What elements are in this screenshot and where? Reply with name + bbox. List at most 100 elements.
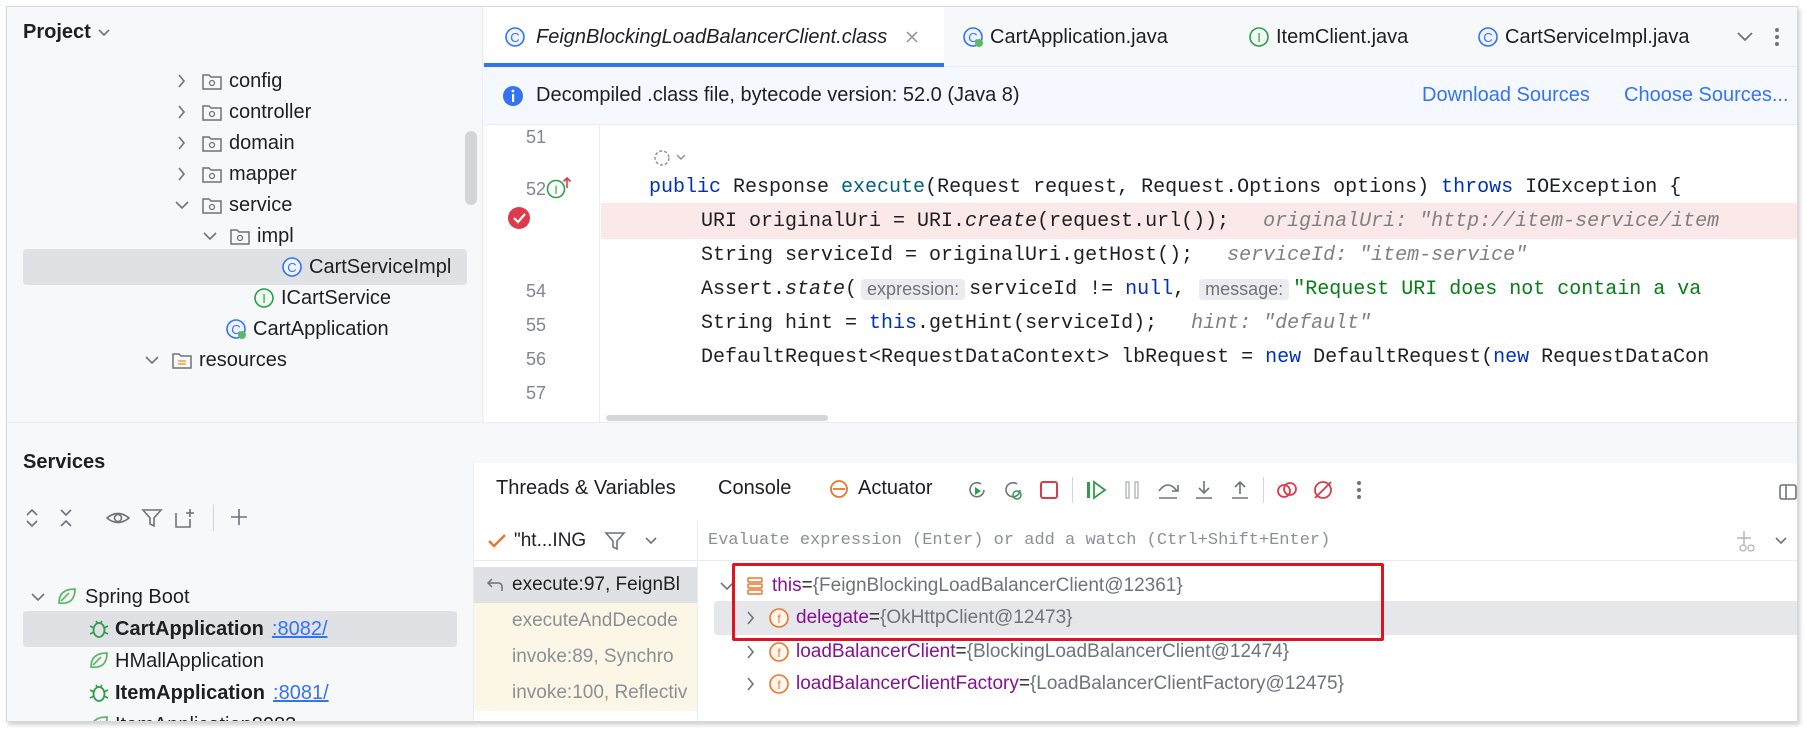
spring-class-icon: C	[226, 319, 246, 339]
chevron-down-icon	[31, 593, 45, 602]
svg-text:I: I	[554, 183, 557, 197]
svg-text:C: C	[1483, 30, 1492, 45]
expand-all-icon[interactable]	[19, 505, 45, 531]
project-panel: Project config controller domain mapper …	[7, 7, 483, 422]
resources-folder-icon	[172, 353, 192, 369]
more-options-icon[interactable]	[1346, 477, 1372, 503]
spring-boot-icon	[93, 716, 108, 721]
view-breakpoints-icon[interactable]	[1274, 477, 1300, 503]
resume-icon[interactable]	[1083, 477, 1109, 503]
download-sources-link[interactable]: Download Sources	[1422, 84, 1590, 107]
code-line-57: DefaultRequest<RequestDataContext> lbReq…	[701, 345, 1710, 369]
ide-window: Project config controller domain mapper …	[6, 6, 1798, 722]
code-editor[interactable]: 51 52 I 54 55 56 57 public Response exec…	[484, 125, 1797, 422]
debugger-panel: Threads & Variables Console Actuator "ht…	[473, 463, 1798, 721]
chevron-down-icon	[145, 356, 159, 365]
tree-item-cartserviceimpl[interactable]: C CartServiceImpl	[23, 249, 467, 285]
info-icon	[503, 85, 523, 106]
service-item-cartapplication[interactable]: CartApplication :8082/	[23, 611, 457, 647]
package-folder-icon	[202, 74, 222, 90]
chevron-down-icon	[203, 232, 217, 241]
filter-icon[interactable]	[604, 531, 626, 551]
frames-list: "ht...ING execute:97, FeignBl executeAnd…	[474, 521, 698, 721]
service-group-spring-boot[interactable]: Spring Boot	[29, 579, 190, 615]
svg-text:I: I	[1257, 30, 1261, 45]
thread-selector[interactable]: "ht...ING	[474, 521, 697, 561]
tab-cartserviceimpl[interactable]: C CartServiceImpl.java	[1477, 7, 1690, 67]
mute-breakpoints-icon[interactable]	[1310, 477, 1336, 503]
ai-assist-icon[interactable]	[652, 147, 692, 169]
line-number: 52	[525, 179, 546, 199]
choose-sources-link[interactable]: Choose Sources...	[1624, 84, 1789, 107]
code-line-53-breakpoint: URI originalUri = URI. create (request.url…	[601, 203, 1797, 239]
package-folder-icon	[202, 136, 222, 152]
editor-tab-bar: C FeignBlockingLoadBalancerClient.class …	[484, 7, 1797, 67]
implements-gutter-icon[interactable]: I	[546, 175, 572, 201]
tab-threads-variables[interactable]: Threads & Variables	[496, 477, 676, 500]
pause-icon[interactable]	[1119, 477, 1145, 503]
class-icon: C	[1478, 27, 1498, 47]
editor-gutter[interactable]: 51 52 I 54 55 56 57	[484, 125, 600, 422]
service-item-itemapplication8083[interactable]: ItemApplication8083	[87, 707, 296, 721]
variable-loadbalancerclientfactory[interactable]: f loadBalancerClientFactory = {LoadBalan…	[742, 667, 1344, 701]
code-line-56: String hint = this .getHint(serviceId); hi…	[701, 311, 1372, 335]
chevron-down-icon[interactable]	[1774, 536, 1788, 546]
chevron-down-icon	[175, 201, 189, 210]
class-icon: C	[282, 257, 302, 277]
step-into-icon[interactable]	[1191, 477, 1217, 503]
tree-item-resources[interactable]: resources	[143, 342, 287, 378]
chevron-right-icon	[178, 105, 186, 119]
spring-class-icon: C	[963, 27, 983, 47]
line-number: 51	[525, 127, 546, 147]
filter-icon[interactable]	[139, 505, 165, 531]
debug-toolbar	[964, 477, 1372, 503]
tab-itemclient[interactable]: I ItemClient.java	[1248, 7, 1408, 67]
tab-feignblockingloadbalancerclient[interactable]: C FeignBlockingLoadBalancerClient.class	[484, 7, 944, 67]
rerun-icon[interactable]	[964, 477, 990, 503]
stop-icon[interactable]	[1036, 477, 1062, 503]
tab-list-chevron-icon[interactable]	[1736, 30, 1754, 44]
step-out-icon[interactable]	[1227, 477, 1253, 503]
project-scrollbar[interactable]	[465, 131, 477, 205]
layout-icon[interactable]	[1778, 483, 1798, 501]
svg-text:C: C	[510, 30, 519, 45]
stack-frame[interactable]: invoke:100, Reflectiv	[474, 675, 697, 711]
line-number: 55	[525, 315, 546, 335]
service-port-link[interactable]: :8082/	[272, 618, 328, 641]
stack-frame-selected[interactable]: execute:97, FeignBl	[474, 567, 697, 603]
service-item-hmallapplication[interactable]: HMallApplication	[87, 643, 264, 679]
add-watch-icon[interactable]	[1734, 529, 1758, 553]
watch-input[interactable]: Evaluate expression (Enter) or add a wat…	[698, 521, 1797, 561]
collapse-all-icon[interactable]	[53, 505, 79, 531]
service-item-itemapplication[interactable]: ItemApplication :8081/	[87, 675, 329, 711]
class-icon: C	[505, 27, 525, 47]
stack-frame[interactable]: invoke:89, Synchro	[474, 639, 697, 675]
tab-console[interactable]: Console	[718, 477, 791, 500]
step-over-icon[interactable]	[1155, 477, 1181, 503]
tab-cartapplication[interactable]: C CartApplication.java	[962, 7, 1168, 67]
package-folder-icon	[202, 198, 222, 214]
editor-horizontal-scrollbar[interactable]	[606, 415, 828, 421]
svg-text:C: C	[287, 260, 296, 275]
chevron-right-icon	[747, 645, 755, 659]
tab-actuator[interactable]: Actuator	[828, 477, 932, 500]
debug-bug-icon	[89, 684, 109, 702]
chevron-right-icon	[178, 74, 186, 88]
interface-icon: I	[254, 288, 274, 308]
project-panel-title[interactable]: Project	[23, 21, 111, 44]
highlight-box	[732, 563, 1384, 641]
more-options-icon[interactable]	[1774, 27, 1780, 47]
decompiled-banner: Decompiled .class file, bytecode version…	[484, 67, 1797, 125]
close-icon[interactable]	[905, 30, 919, 44]
rerun-debug-icon[interactable]	[1000, 477, 1026, 503]
eye-icon[interactable]	[105, 505, 131, 531]
add-service-icon[interactable]	[227, 505, 253, 531]
stack-frame[interactable]: executeAndDecode	[474, 603, 697, 639]
banner-message: Decompiled .class file, bytecode version…	[536, 84, 1020, 106]
breakpoint-icon[interactable]	[506, 205, 532, 231]
services-title: Services	[23, 451, 106, 473]
new-tab-icon[interactable]	[173, 505, 199, 531]
actuator-icon	[830, 479, 848, 498]
service-port-link[interactable]: :8081/	[273, 682, 329, 705]
chevron-down-icon[interactable]	[644, 536, 658, 546]
